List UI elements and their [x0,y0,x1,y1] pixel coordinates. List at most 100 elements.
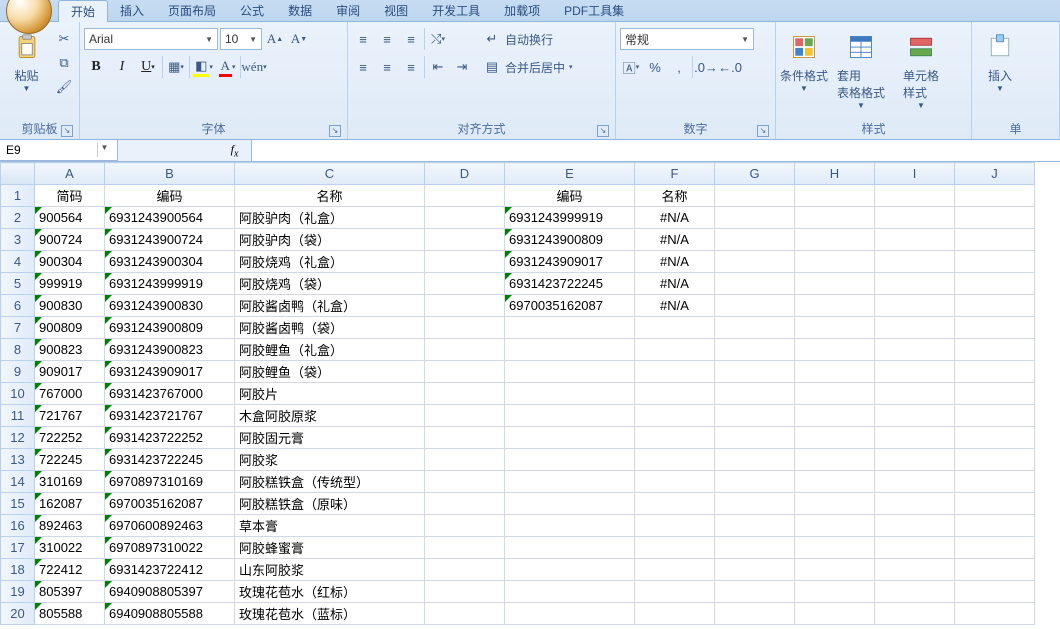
cell-H2[interactable] [795,207,875,229]
cell-H7[interactable] [795,317,875,339]
cell-B3[interactable]: 6931243900724 [105,229,235,251]
cell-I5[interactable] [875,273,955,295]
cell-C14[interactable]: 阿胶糕铁盒（传统型） [235,471,425,493]
cell-F4[interactable]: #N/A [635,251,715,273]
cell-I4[interactable] [875,251,955,273]
cell-E14[interactable] [505,471,635,493]
cell-D16[interactable] [425,515,505,537]
cell-styles-button[interactable]: 单元格 样式 ▼ [894,28,948,113]
cell-G20[interactable] [715,603,795,625]
cell-J2[interactable] [955,207,1035,229]
cell-A15[interactable]: 162087 [35,493,105,515]
increase-indent-button[interactable]: ⇥ [451,56,473,78]
cell-B20[interactable]: 6940908805588 [105,603,235,625]
cut-button[interactable]: ✂ [53,28,75,50]
border-button[interactable]: ▦▾ [165,56,187,78]
cell-E8[interactable] [505,339,635,361]
cell-H3[interactable] [795,229,875,251]
phonetic-button[interactable]: wén▾ [243,56,265,78]
row-header[interactable]: 16 [1,515,35,537]
cell-E16[interactable] [505,515,635,537]
formula-input[interactable] [252,140,1060,161]
row-header[interactable]: 15 [1,493,35,515]
cell-B5[interactable]: 6931243999919 [105,273,235,295]
cell-A4[interactable]: 900304 [35,251,105,273]
row-header[interactable]: 5 [1,273,35,295]
cell-F10[interactable] [635,383,715,405]
row-header[interactable]: 20 [1,603,35,625]
cell-H18[interactable] [795,559,875,581]
cell-I19[interactable] [875,581,955,603]
cell-E5[interactable]: 6931423722245 [505,273,635,295]
cell-J16[interactable] [955,515,1035,537]
cell-D18[interactable] [425,559,505,581]
cell-F20[interactable] [635,603,715,625]
align-bottom-button[interactable]: ≡ [400,28,422,50]
cell-D14[interactable] [425,471,505,493]
cell-B11[interactable]: 6931423721767 [105,405,235,427]
cell-E4[interactable]: 6931243909017 [505,251,635,273]
cell-D19[interactable] [425,581,505,603]
cell-D12[interactable] [425,427,505,449]
cell-H10[interactable] [795,383,875,405]
cell-G6[interactable] [715,295,795,317]
cell-A10[interactable]: 767000 [35,383,105,405]
cell-D9[interactable] [425,361,505,383]
italic-button[interactable]: I [110,56,134,78]
cell-A13[interactable]: 722245 [35,449,105,471]
tab-2[interactable]: 页面布局 [156,0,228,22]
cell-C8[interactable]: 阿胶鲤鱼（礼盒） [235,339,425,361]
cell-A5[interactable]: 999919 [35,273,105,295]
cell-J5[interactable] [955,273,1035,295]
paste-button[interactable]: 粘贴 ▼ [4,28,49,96]
cell-A19[interactable]: 805397 [35,581,105,603]
cell-C7[interactable]: 阿胶酱卤鸭（袋） [235,317,425,339]
cell-I7[interactable] [875,317,955,339]
cell-G3[interactable] [715,229,795,251]
cell-H20[interactable] [795,603,875,625]
cell-F1[interactable]: 名称 [635,185,715,207]
row-header[interactable]: 6 [1,295,35,317]
cell-E7[interactable] [505,317,635,339]
accounting-format-button[interactable]: 🄰▾ [620,56,642,78]
chevron-down-icon[interactable]: ▼ [97,143,111,157]
cell-J13[interactable] [955,449,1035,471]
cell-C5[interactable]: 阿胶烧鸡（袋） [235,273,425,295]
cell-C20[interactable]: 玫瑰花苞水（蓝标） [235,603,425,625]
select-all-corner[interactable] [1,163,35,185]
comma-button[interactable]: , [668,56,690,78]
cell-E6[interactable]: 6970035162087 [505,295,635,317]
cell-C9[interactable]: 阿胶鲤鱼（袋） [235,361,425,383]
cell-H8[interactable] [795,339,875,361]
col-header-H[interactable]: H [795,163,875,185]
cell-D11[interactable] [425,405,505,427]
cell-C1[interactable]: 名称 [235,185,425,207]
cell-G18[interactable] [715,559,795,581]
cell-I2[interactable] [875,207,955,229]
increase-decimal-button[interactable]: .0→ [695,56,717,78]
cell-H12[interactable] [795,427,875,449]
cell-I8[interactable] [875,339,955,361]
decrease-indent-button[interactable]: ⇤ [427,56,449,78]
cell-F7[interactable] [635,317,715,339]
cell-G9[interactable] [715,361,795,383]
cell-A7[interactable]: 900809 [35,317,105,339]
cell-G16[interactable] [715,515,795,537]
cell-G1[interactable] [715,185,795,207]
cell-A12[interactable]: 722252 [35,427,105,449]
cell-J9[interactable] [955,361,1035,383]
cell-I18[interactable] [875,559,955,581]
cell-B4[interactable]: 6931243900304 [105,251,235,273]
tab-0[interactable]: 开始 [58,0,108,22]
cell-F14[interactable] [635,471,715,493]
cell-C19[interactable]: 玫瑰花苞水（红标） [235,581,425,603]
cell-F3[interactable]: #N/A [635,229,715,251]
col-header-D[interactable]: D [425,163,505,185]
cell-C17[interactable]: 阿胶蜂蜜膏 [235,537,425,559]
col-header-A[interactable]: A [35,163,105,185]
cell-J15[interactable] [955,493,1035,515]
align-left-button[interactable]: ≡ [352,56,374,78]
cell-I12[interactable] [875,427,955,449]
cell-I10[interactable] [875,383,955,405]
cell-I20[interactable] [875,603,955,625]
